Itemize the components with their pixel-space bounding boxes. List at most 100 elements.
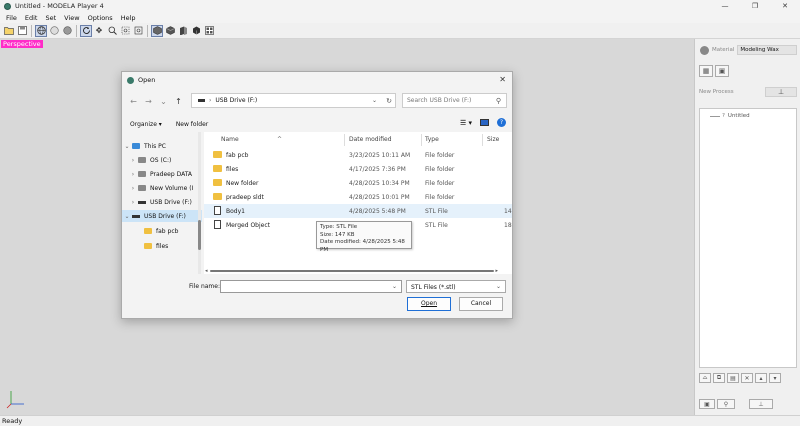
expand-icon[interactable]: › <box>128 185 138 192</box>
chevron-down-icon[interactable]: ⌄ <box>392 283 397 290</box>
menu-help[interactable]: Help <box>117 14 140 22</box>
expand-icon[interactable]: › <box>128 157 138 164</box>
expand-icon[interactable]: ⌄ <box>122 143 132 150</box>
column-divider[interactable] <box>344 134 345 146</box>
nav-os-c[interactable]: › OS (C:) <box>122 154 202 166</box>
save-icon[interactable] <box>16 25 28 37</box>
view-side-icon[interactable] <box>177 25 189 37</box>
rotate-icon[interactable] <box>80 24 92 37</box>
output-actions: ▣ ⚲ ⊥ <box>699 399 773 409</box>
column-type[interactable]: Type <box>425 136 439 143</box>
view-iso-icon[interactable] <box>151 24 163 37</box>
scroll-right-icon[interactable]: ▸ <box>495 268 498 274</box>
zoom-window-icon[interactable] <box>132 25 144 37</box>
nav-this-pc[interactable]: ⌄ This PC <box>122 140 202 152</box>
file-row[interactable]: Body1 4/28/2025 5:48 PM STL File 148 <box>204 204 512 218</box>
expand-icon[interactable]: › <box>128 171 138 178</box>
nav-scrollbar[interactable] <box>198 132 201 274</box>
paste-icon[interactable]: ▤ <box>727 373 739 383</box>
expand-icon[interactable]: ⌄ <box>122 213 132 220</box>
model-size-icon[interactable]: ▣ <box>715 65 729 77</box>
file-name-input[interactable]: ⌄ <box>220 280 402 293</box>
nav-fab-pcb[interactable]: fab pcb <box>122 225 202 237</box>
new-folder-button[interactable]: New folder <box>176 121 208 128</box>
view-grid-icon[interactable] <box>203 25 215 37</box>
search-input[interactable]: Search USB Drive (F:) ⚲ <box>402 93 507 108</box>
material-select[interactable]: Modeling Wax <box>737 45 798 55</box>
zoom-icon[interactable] <box>106 25 118 37</box>
chevron-down-icon[interactable]: ⌄ <box>372 97 377 104</box>
tooltip-date: Date modified: 4/28/2025 5:48 PM <box>320 239 405 253</box>
column-divider[interactable] <box>421 134 422 146</box>
refresh-icon[interactable]: ↻ <box>386 97 392 105</box>
move-down-icon[interactable]: ▾ <box>769 373 781 383</box>
horizontal-scrollbar[interactable]: ◂ ▸ <box>204 268 512 274</box>
menu-file[interactable]: File <box>2 14 21 22</box>
cut-output-icon[interactable]: ⊥ <box>749 399 773 409</box>
column-divider[interactable] <box>482 134 483 146</box>
menu-edit[interactable]: Edit <box>21 14 42 22</box>
shaded-sphere-icon[interactable] <box>61 25 73 37</box>
close-icon[interactable]: ✕ <box>499 75 506 84</box>
preview-pane-icon[interactable] <box>480 119 489 126</box>
view-menu-icon[interactable]: ☰ ▾ <box>460 119 472 127</box>
menu-view[interactable]: View <box>60 14 83 22</box>
close-icon[interactable]: ✕ <box>770 0 800 12</box>
scrollbar-thumb[interactable] <box>198 220 201 250</box>
delete-icon[interactable]: ✕ <box>741 373 753 383</box>
open-button[interactable]: Open <box>407 297 451 311</box>
column-date[interactable]: Date modified <box>349 136 392 143</box>
new-process-button[interactable]: ⊥ <box>765 87 797 97</box>
back-icon[interactable]: ← <box>127 97 140 106</box>
render-sphere-icon[interactable] <box>48 25 60 37</box>
column-size[interactable]: Size <box>487 136 499 143</box>
nav-files[interactable]: files <box>122 240 202 252</box>
expand-icon[interactable]: › <box>128 199 138 206</box>
forward-icon[interactable]: → <box>142 97 155 106</box>
open-file-icon[interactable] <box>3 25 15 37</box>
process-mill-icon[interactable]: ⌓ <box>699 373 711 383</box>
file-row[interactable]: pradeep sldt 4/28/2025 10:01 PM File fol… <box>204 190 512 204</box>
recent-locations-icon[interactable]: ⌄ <box>157 97 170 106</box>
view-front-icon[interactable] <box>164 25 176 37</box>
globe-view-icon[interactable] <box>35 24 47 37</box>
view-top-icon[interactable] <box>190 25 202 37</box>
model-info-icon[interactable]: ▦ <box>699 65 713 77</box>
zoom-fit-icon[interactable] <box>119 25 131 37</box>
menu-set[interactable]: Set <box>41 14 60 22</box>
scroll-left-icon[interactable]: ◂ <box>205 268 208 274</box>
file-row[interactable]: files 4/17/2025 7:36 PM File folder <box>204 162 512 176</box>
nav-usb-drive[interactable]: › USB Drive (F:) <box>122 196 202 208</box>
status-bar: Ready <box>0 415 800 426</box>
material-label: Material <box>712 47 735 53</box>
nav-usb-drive-selected[interactable]: ⌄ USB Drive (F:) <box>122 210 202 222</box>
address-location[interactable]: USB Drive (F:) <box>215 97 257 104</box>
help-icon[interactable]: ? <box>497 118 506 127</box>
column-name[interactable]: Name <box>221 136 239 143</box>
file-row[interactable]: New folder 4/28/2025 10:34 PM File folde… <box>204 176 512 190</box>
file-row[interactable]: fab pcb 3/23/2025 10:11 AM File folder <box>204 148 512 162</box>
file-name: files <box>226 166 239 173</box>
file-type-select[interactable]: STL Files (*.stl) ⌄ <box>406 280 506 293</box>
move-up-icon[interactable]: ▴ <box>755 373 767 383</box>
navigation-pane: ⌄ This PC › OS (C:) › Pradeep DATA › New… <box>122 132 202 274</box>
maximize-icon[interactable]: ❐ <box>740 0 770 12</box>
copy-icon[interactable]: ⧉ <box>713 373 725 383</box>
nav-pradeep-data[interactable]: › Pradeep DATA <box>122 168 202 180</box>
cancel-button[interactable]: Cancel <box>459 297 503 311</box>
view-controls: ☰ ▾ ? <box>460 118 506 127</box>
tree-item[interactable]: ? Untitled <box>710 113 750 119</box>
organize-button[interactable]: Organize ▾ <box>130 121 162 128</box>
address-bar[interactable]: › USB Drive (F:) ⌄ ↻ <box>191 93 396 108</box>
up-icon[interactable]: ↑ <box>172 97 185 106</box>
menu-options[interactable]: Options <box>84 14 117 22</box>
preview-icon[interactable]: ▣ <box>699 399 715 409</box>
minimize-icon[interactable]: — <box>710 0 740 12</box>
process-tree[interactable]: ? Untitled <box>699 108 797 368</box>
simulate-icon[interactable]: ⚲ <box>717 399 735 409</box>
chevron-down-icon[interactable]: ⌄ <box>496 283 501 290</box>
pan-icon[interactable]: ✥ <box>93 25 105 37</box>
nav-new-volume[interactable]: › New Volume (I <box>122 182 202 194</box>
scrollbar-thumb[interactable] <box>210 270 494 272</box>
chevron-right-icon[interactable]: › <box>209 97 211 104</box>
